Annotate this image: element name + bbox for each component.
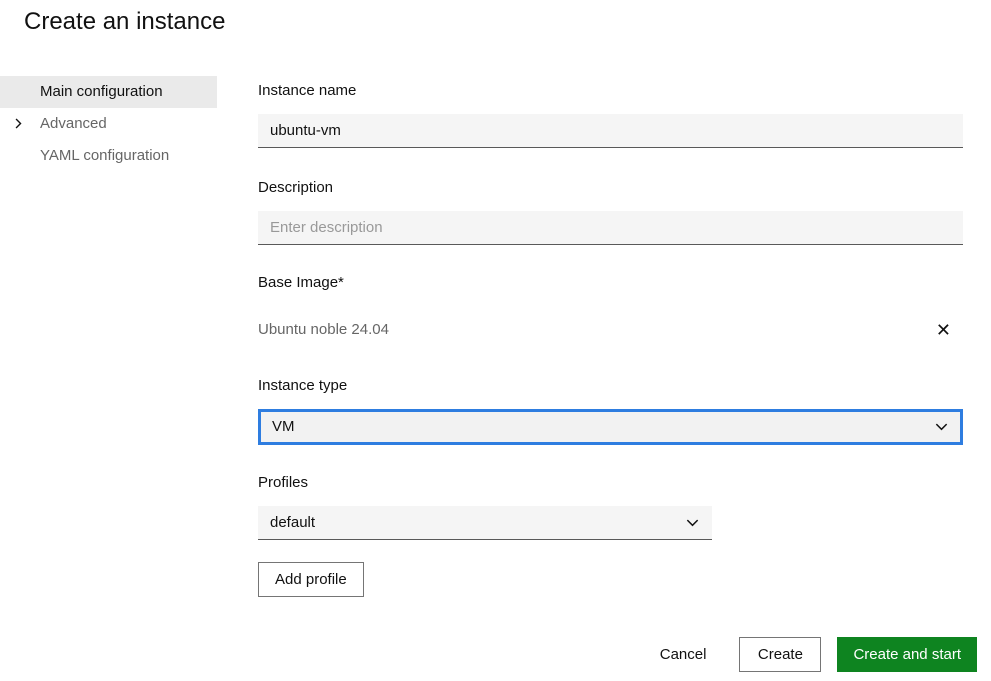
page-title: Create an instance <box>0 0 991 37</box>
create-button[interactable]: Create <box>739 637 821 672</box>
instance-type-label: Instance type <box>258 377 963 395</box>
profiles-field-group: Profiles default Add profile <box>258 474 963 597</box>
create-instance-panel: Create an instance Main configuration Ad… <box>0 0 991 672</box>
description-field-group: Description <box>258 179 963 245</box>
selected-base-image-row: Ubuntu noble 24.04 ✕ <box>258 312 963 348</box>
chevron-right-icon <box>10 116 26 132</box>
profiles-select[interactable]: default <box>258 506 712 540</box>
profiles-label: Profiles <box>258 474 963 492</box>
panel-body: Main configuration Advanced YAML configu… <box>0 76 991 672</box>
instance-name-label: Instance name <box>258 82 963 100</box>
sidebar-item-main-configuration[interactable]: Main configuration <box>0 76 217 108</box>
sidebar-item-yaml-configuration[interactable]: YAML configuration <box>0 140 217 172</box>
instance-type-selected-value: VM <box>272 418 295 435</box>
instance-name-field-group: Instance name <box>258 82 963 148</box>
cancel-button[interactable]: Cancel <box>660 637 707 672</box>
instance-type-field-group: Instance type VM <box>258 377 963 445</box>
create-and-start-button[interactable]: Create and start <box>837 637 977 672</box>
panel-footer: Cancel Create Create and start <box>258 637 977 672</box>
clear-base-image-button[interactable]: ✕ <box>930 319 957 341</box>
sidebar-item-label: Advanced <box>40 115 107 132</box>
sidebar-item-advanced[interactable]: Advanced <box>0 108 217 140</box>
instance-name-input[interactable] <box>258 114 963 148</box>
chevron-down-icon <box>934 419 949 434</box>
description-label: Description <box>258 179 963 197</box>
close-icon: ✕ <box>936 320 951 340</box>
base-image-field-group: Base Image* Ubuntu noble 24.04 ✕ <box>258 274 963 348</box>
profiles-selected-value: default <box>270 514 315 531</box>
chevron-down-icon <box>685 515 700 530</box>
form-navigation: Main configuration Advanced YAML configu… <box>0 76 217 172</box>
description-input[interactable] <box>258 211 963 245</box>
base-image-label: Base Image* <box>258 274 963 292</box>
sidebar-item-label: YAML configuration <box>40 147 169 164</box>
form-content: Instance name Description Base Image* Ub… <box>258 76 963 672</box>
selected-base-image-value: Ubuntu noble 24.04 <box>258 321 389 338</box>
sidebar-item-label: Main configuration <box>40 83 163 100</box>
add-profile-button[interactable]: Add profile <box>258 562 364 597</box>
instance-type-select[interactable]: VM <box>258 409 963 445</box>
